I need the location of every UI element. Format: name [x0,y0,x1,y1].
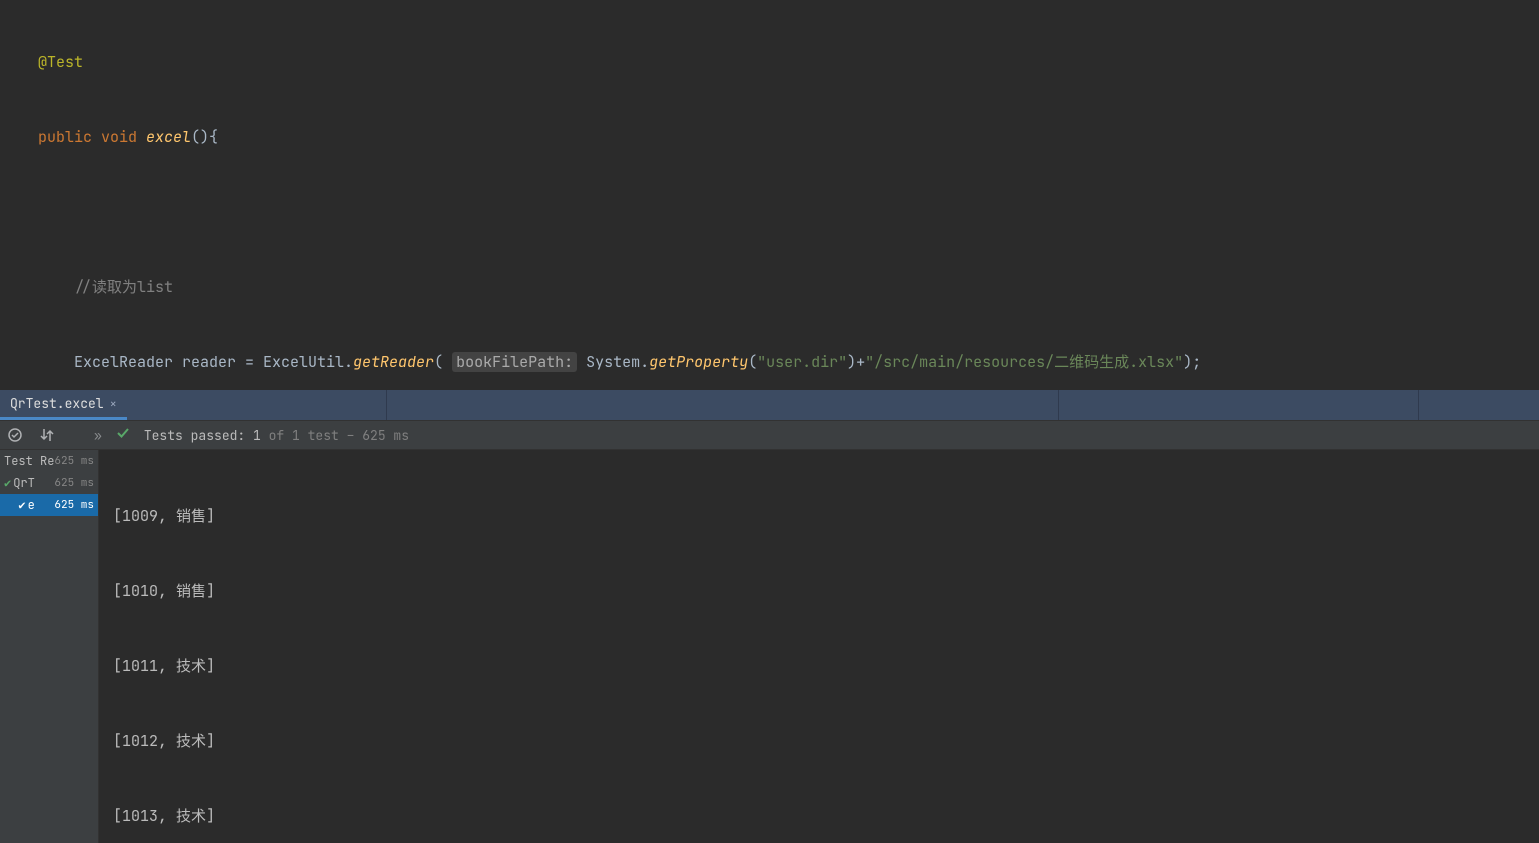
chevrons-icon[interactable]: » [94,427,102,444]
run-tab-bar: QrTest.excel × [0,390,1539,420]
annotation: @Test [38,52,83,72]
tree-row-qrtest[interactable]: ✔QrT 625 ms [0,472,98,494]
close-icon[interactable]: × [110,396,117,412]
modifiers: public void [38,127,137,147]
method-name: excel [146,127,191,147]
test-toolbar: » Tests passed: 1 of 1 test – 625 ms [0,420,1539,450]
test-status: Tests passed: 1 of 1 test – 625 ms [144,427,409,444]
show-passed-icon[interactable] [6,426,24,444]
console-line: [1013, 技术] [113,804,1525,829]
editor-scrollbar[interactable] [1517,0,1539,390]
console-line: [1010, 销售] [113,579,1525,604]
check-icon: ✔ [18,497,25,513]
test-results: Test Re 625 ms ✔QrT 625 ms ✔e 625 ms [10… [0,450,1539,843]
tree-row-excel[interactable]: ✔e 625 ms [0,494,98,516]
console-line: [1011, 技术] [113,654,1525,679]
comment-list: //读取为list [74,277,173,297]
console-line: [1009, 销售] [113,504,1525,529]
console-line: [1012, 技术] [113,729,1525,754]
check-icon: ✔ [4,475,11,491]
sort-icon[interactable] [38,426,56,444]
run-tab-qrtest-excel[interactable]: QrTest.excel × [0,390,127,420]
console-output[interactable]: [1009, 销售] [1010, 销售] [1011, 技术] [1012, … [99,450,1539,843]
code-editor[interactable]: @Test public void excel(){ //读取为list Exc… [0,0,1539,390]
tree-row-test-results[interactable]: Test Re 625 ms [0,450,98,472]
test-tree[interactable]: Test Re 625 ms ✔QrT 625 ms ✔e 625 ms [0,450,99,843]
tab-label: QrTest.excel [10,395,104,412]
check-icon [116,426,130,444]
parameter-hint: bookFilePath: [452,352,577,372]
